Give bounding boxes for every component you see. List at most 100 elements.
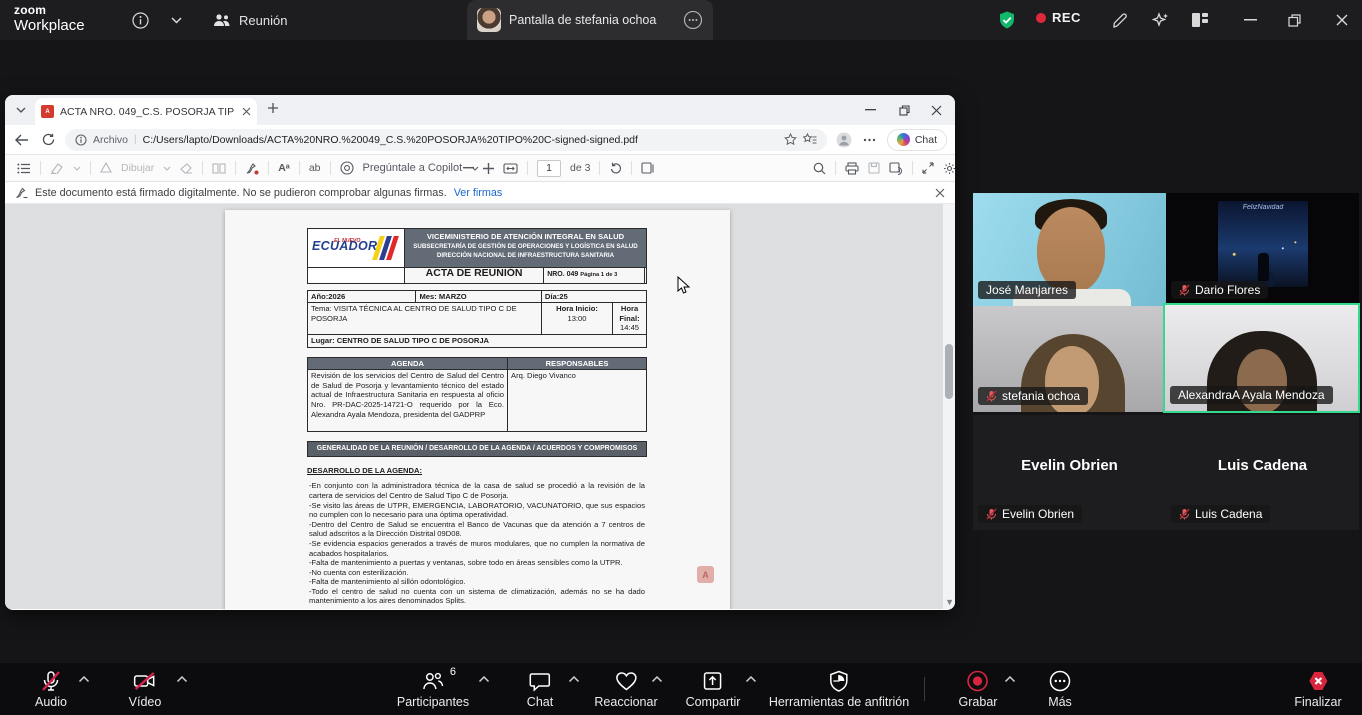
page-info-icon[interactable] bbox=[75, 134, 87, 146]
browser-tab-title: ACTA NRO. 049_C.S. POSORJA TIP bbox=[60, 106, 236, 118]
zoom-out-icon[interactable] bbox=[463, 167, 474, 169]
rec-label: REC bbox=[1052, 10, 1081, 25]
record-options-chevron[interactable] bbox=[1005, 676, 1016, 683]
doc-bullet: -En conjunto con la administradora técni… bbox=[309, 481, 645, 500]
participants-button[interactable]: 6 Participantes bbox=[397, 669, 469, 709]
mouse-cursor bbox=[677, 276, 690, 295]
pdf-read-aloud-icon[interactable]: Aᵃ bbox=[278, 162, 290, 174]
people-icon bbox=[213, 13, 231, 28]
nameplate: AlexandraA Ayala Mendoza bbox=[1170, 386, 1333, 404]
audio-options-chevron[interactable] bbox=[79, 676, 90, 683]
browser-minimize-button[interactable] bbox=[853, 95, 887, 125]
pdf-highlight-icon[interactable] bbox=[50, 162, 64, 174]
doc-day: Día:25 bbox=[541, 290, 646, 303]
print-icon[interactable] bbox=[845, 162, 859, 175]
pdf-scrollbar-thumb[interactable] bbox=[945, 344, 953, 399]
tab-more-icon[interactable] bbox=[683, 10, 703, 30]
meeting-info-icon[interactable] bbox=[128, 8, 152, 32]
tab-meeting[interactable]: Reunión bbox=[213, 0, 287, 40]
video-button[interactable]: Vídeo bbox=[129, 669, 162, 709]
pdf-two-page-icon[interactable] bbox=[212, 163, 226, 174]
page-number-input[interactable] bbox=[537, 160, 561, 177]
audio-button[interactable]: Audio bbox=[35, 669, 67, 709]
more-button[interactable]: Más bbox=[1048, 669, 1072, 709]
pdf-scrollbar[interactable]: ▼ bbox=[943, 204, 955, 609]
new-tab-button[interactable] bbox=[267, 102, 279, 114]
chat-options-chevron[interactable] bbox=[569, 676, 580, 683]
video-tile-stefania-ochoa[interactable]: stefania ochoa bbox=[973, 306, 1166, 412]
pdf-search-icon[interactable] bbox=[813, 162, 826, 175]
save-icon[interactable] bbox=[868, 162, 880, 174]
security-shield-icon[interactable] bbox=[995, 8, 1019, 32]
zoom-in-icon[interactable] bbox=[483, 163, 494, 174]
save-as-icon[interactable] bbox=[889, 162, 903, 175]
pdf-highlight-chevron-icon[interactable] bbox=[73, 166, 81, 171]
browser-restore-button[interactable] bbox=[887, 95, 921, 125]
pdf-draw-icon[interactable] bbox=[100, 162, 112, 174]
annotate-pencil-icon[interactable] bbox=[1108, 8, 1132, 32]
pdf-copilot-icon[interactable] bbox=[340, 161, 354, 175]
bookmark-star-icon[interactable] bbox=[784, 133, 797, 146]
video-tile-dario-flores[interactable]: FelizNavidad Dario Flores bbox=[1166, 193, 1359, 306]
pdf-erase-icon[interactable] bbox=[180, 163, 193, 174]
browser-close-button[interactable] bbox=[919, 95, 953, 125]
view-layout-icon[interactable] bbox=[1188, 8, 1212, 32]
ai-companion-sparkle-icon[interactable] bbox=[1148, 8, 1172, 32]
video-tile-evelin-obrien[interactable]: Evelin Obrien Evelin Obrien bbox=[973, 415, 1166, 530]
titlebar-chevron-down-icon[interactable] bbox=[164, 8, 188, 32]
fit-to-width-icon[interactable] bbox=[503, 163, 518, 174]
video-tile-jose-manjarres[interactable]: José Manjarres bbox=[973, 193, 1166, 306]
address-field[interactable]: Archivo | C:/Users/lapto/Downloads/ACTA%… bbox=[65, 129, 827, 151]
adobe-acrobat-badge-icon[interactable]: A bbox=[697, 566, 714, 583]
record-button[interactable]: Grabar bbox=[959, 669, 998, 709]
pdf-page: EL NUEVO ECUADOR VICEMINISTERIO DE ATENC… bbox=[225, 210, 730, 609]
pdf-viewer[interactable]: EL NUEVO ECUADOR VICEMINISTERIO DE ATENC… bbox=[5, 204, 955, 609]
profile-avatar-icon[interactable] bbox=[835, 132, 853, 148]
signature-warning-banner: Este documento está firmado digitalmente… bbox=[5, 182, 955, 204]
page-view-icon[interactable] bbox=[641, 162, 655, 174]
pdf-draw-chevron-icon[interactable] bbox=[163, 166, 171, 171]
react-options-chevron[interactable] bbox=[652, 676, 663, 683]
rotate-icon[interactable] bbox=[609, 162, 622, 174]
pdf-text-select-icon[interactable]: ab bbox=[309, 162, 321, 174]
copilot-chat-button[interactable]: Chat bbox=[887, 129, 947, 151]
doc-number: NRO. 049 bbox=[547, 271, 578, 278]
minimize-button[interactable] bbox=[1238, 8, 1262, 32]
browser-tab-active[interactable]: A ACTA NRO. 049_C.S. POSORJA TIP bbox=[35, 98, 257, 125]
tab-search-chevron-icon[interactable] bbox=[11, 100, 31, 120]
video-tile-luis-cadena[interactable]: Luis Cadena Luis Cadena bbox=[1166, 415, 1359, 530]
fullscreen-icon[interactable] bbox=[922, 162, 934, 174]
video-tile-alexandra-ayala-active-speaker[interactable]: AlexandraA Ayala Mendoza bbox=[1163, 303, 1360, 413]
participant-name: Luis Cadena bbox=[1195, 507, 1262, 521]
record-label: Grabar bbox=[959, 695, 998, 709]
restore-button[interactable] bbox=[1282, 8, 1306, 32]
pdf-draw-label[interactable]: Dibujar bbox=[121, 162, 154, 174]
favorites-list-icon[interactable] bbox=[803, 133, 817, 146]
react-button[interactable]: Reaccionar bbox=[594, 669, 657, 709]
audio-label: Audio bbox=[35, 695, 67, 709]
view-signatures-link[interactable]: Ver firmas bbox=[454, 187, 503, 199]
banner-close-icon[interactable] bbox=[935, 188, 945, 198]
back-icon[interactable] bbox=[13, 134, 31, 146]
doc-page-label: Página 1 de 3 bbox=[580, 272, 617, 278]
pdf-contents-icon[interactable] bbox=[17, 163, 31, 174]
pdf-signature-icon[interactable] bbox=[245, 162, 259, 175]
end-meeting-button[interactable]: Finalizar bbox=[1294, 669, 1341, 709]
browser-menu-icon[interactable] bbox=[861, 138, 879, 142]
scroll-down-arrow-icon[interactable]: ▼ bbox=[945, 597, 954, 607]
pdf-copilot-label[interactable]: Pregúntale a Copilot bbox=[363, 162, 463, 174]
host-tools-button[interactable]: Herramientas de anfitrión bbox=[769, 669, 909, 709]
participant-name: Evelin Obrien bbox=[1002, 507, 1074, 521]
share-button[interactable]: Compartir bbox=[686, 669, 741, 709]
pdf-settings-gear-icon[interactable] bbox=[943, 162, 955, 175]
share-options-chevron[interactable] bbox=[746, 676, 757, 683]
logo-ecuador: ECUADOR bbox=[312, 242, 377, 252]
tab-shared-screen[interactable]: Pantalla de stefania ochoa bbox=[467, 0, 713, 40]
chat-bubble-icon bbox=[528, 669, 552, 693]
participants-options-chevron[interactable] bbox=[479, 676, 490, 683]
close-button[interactable] bbox=[1330, 8, 1354, 32]
tab-close-icon[interactable] bbox=[242, 107, 251, 116]
refresh-icon[interactable] bbox=[39, 133, 57, 146]
video-options-chevron[interactable] bbox=[177, 676, 188, 683]
chat-button[interactable]: Chat bbox=[527, 669, 553, 709]
